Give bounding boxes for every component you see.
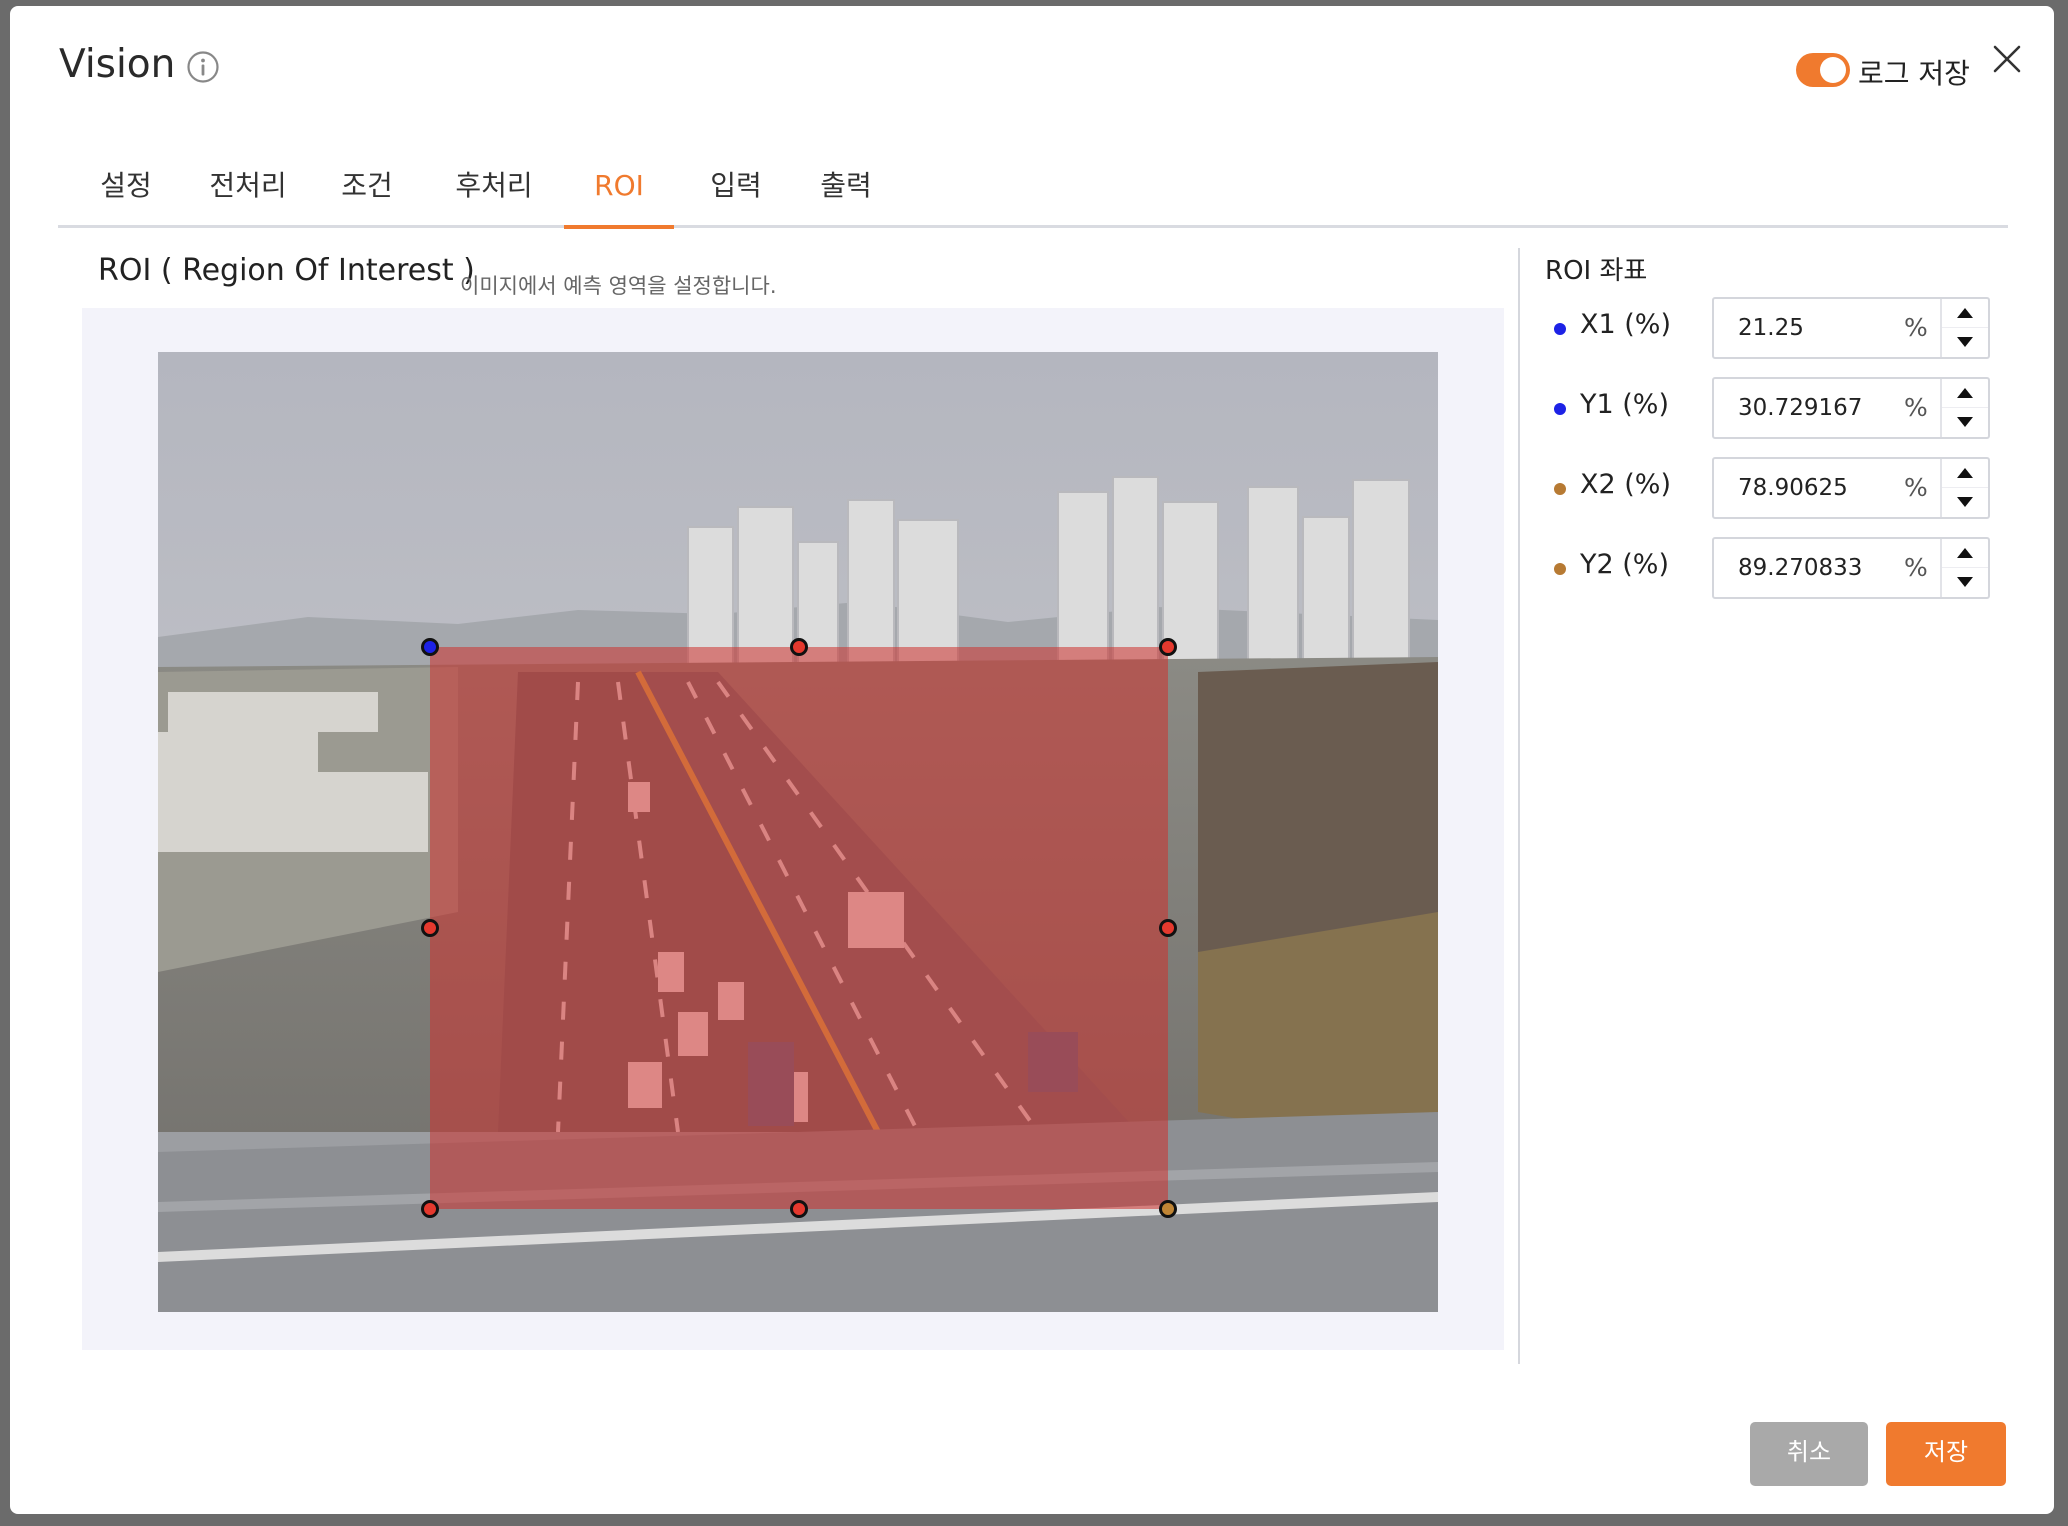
- arrow-up-icon: [1957, 548, 1973, 558]
- arrow-down-icon: [1957, 577, 1973, 587]
- tab-output[interactable]: 출력: [808, 156, 884, 226]
- coord-row-y2: Y2 (%) 89.270833 %: [1544, 537, 2024, 601]
- roi-handle-middle-right[interactable]: [1159, 919, 1177, 937]
- coord-row-x1: X1 (%) 21.25 %: [1544, 297, 2024, 361]
- cancel-button[interactable]: 취소: [1750, 1422, 1868, 1486]
- coord-value[interactable]: 30.729167: [1738, 395, 1862, 421]
- coord-value[interactable]: 89.270833: [1738, 555, 1862, 581]
- tab-settings[interactable]: 설정: [88, 156, 164, 226]
- roi-canvas: [82, 308, 1504, 1350]
- coord-unit: %: [1904, 553, 1928, 582]
- roi-handle-top-center[interactable]: [790, 638, 808, 656]
- roi-region[interactable]: [430, 647, 1168, 1209]
- coord-unit: %: [1904, 313, 1928, 342]
- arrow-up-icon: [1957, 308, 1973, 318]
- decrement-button[interactable]: [1942, 488, 1988, 517]
- vision-dialog: Vision 로그 저장 설정 전처리 조건 후처리 ROI 입력 출력 ROI…: [10, 6, 2054, 1514]
- coord-value[interactable]: 78.90625: [1738, 475, 1848, 501]
- decrement-button[interactable]: [1942, 568, 1988, 597]
- arrow-up-icon: [1957, 388, 1973, 398]
- coord-dot: [1554, 483, 1566, 495]
- section-description: 이미지에서 예측 영역을 설정합니다.: [460, 274, 777, 298]
- decrement-button[interactable]: [1942, 328, 1988, 357]
- roi-coords-title: ROI 좌표: [1545, 256, 1648, 286]
- coord-row-y1: Y1 (%) 30.729167 %: [1544, 377, 2024, 441]
- x2-stepper: [1940, 459, 1988, 517]
- save-button[interactable]: 저장: [1886, 1422, 2006, 1486]
- tab-postprocessing[interactable]: 후처리: [446, 156, 542, 226]
- arrow-down-icon: [1957, 337, 1973, 347]
- arrow-down-icon: [1957, 497, 1973, 507]
- coord-unit: %: [1904, 473, 1928, 502]
- coord-label: Y1 (%): [1580, 389, 1669, 420]
- coord-dot: [1554, 323, 1566, 335]
- roi-handle-top-right[interactable]: [1159, 638, 1177, 656]
- info-icon[interactable]: [186, 50, 220, 84]
- tab-input[interactable]: 입력: [698, 156, 774, 226]
- x2-input[interactable]: 78.90625 %: [1712, 457, 1990, 519]
- arrow-up-icon: [1957, 468, 1973, 478]
- decrement-button[interactable]: [1942, 408, 1988, 437]
- increment-button[interactable]: [1942, 459, 1988, 488]
- increment-button[interactable]: [1942, 539, 1988, 568]
- y1-stepper: [1940, 379, 1988, 437]
- increment-button[interactable]: [1942, 379, 1988, 408]
- x1-input[interactable]: 21.25 %: [1712, 297, 1990, 359]
- camera-image[interactable]: [158, 352, 1438, 1312]
- coord-dot: [1554, 403, 1566, 415]
- roi-handle-bottom-right[interactable]: [1159, 1200, 1177, 1218]
- x1-stepper: [1940, 299, 1988, 357]
- section-title: ROI ( Region Of Interest ): [98, 253, 475, 288]
- roi-handle-middle-left[interactable]: [421, 919, 439, 937]
- log-save-label: 로그 저장: [1858, 57, 1970, 90]
- toggle-knob: [1820, 57, 1846, 83]
- arrow-down-icon: [1957, 417, 1973, 427]
- dialog-title: Vision: [59, 42, 176, 87]
- increment-button[interactable]: [1942, 299, 1988, 328]
- coord-dot: [1554, 563, 1566, 575]
- roi-handle-bottom-center[interactable]: [790, 1200, 808, 1218]
- panel-divider: [1518, 248, 1520, 1364]
- roi-handle-bottom-left[interactable]: [421, 1200, 439, 1218]
- y2-input[interactable]: 89.270833 %: [1712, 537, 1990, 599]
- tab-roi[interactable]: ROI: [564, 156, 674, 229]
- tab-bar: 설정 전처리 조건 후처리 ROI 입력 출력: [58, 156, 2008, 229]
- coord-value[interactable]: 21.25: [1738, 315, 1804, 341]
- roi-handle-top-left[interactable]: [421, 638, 439, 656]
- coord-label: X1 (%): [1580, 309, 1671, 340]
- coord-unit: %: [1904, 393, 1928, 422]
- close-icon[interactable]: [1990, 42, 2024, 76]
- coord-label: Y2 (%): [1580, 549, 1669, 580]
- tab-preprocessing[interactable]: 전처리: [200, 156, 296, 226]
- tab-condition[interactable]: 조건: [330, 156, 404, 226]
- y2-stepper: [1940, 539, 1988, 597]
- coord-label: X2 (%): [1580, 469, 1671, 500]
- log-save-toggle[interactable]: [1796, 53, 1850, 87]
- y1-input[interactable]: 30.729167 %: [1712, 377, 1990, 439]
- coord-row-x2: X2 (%) 78.90625 %: [1544, 457, 2024, 521]
